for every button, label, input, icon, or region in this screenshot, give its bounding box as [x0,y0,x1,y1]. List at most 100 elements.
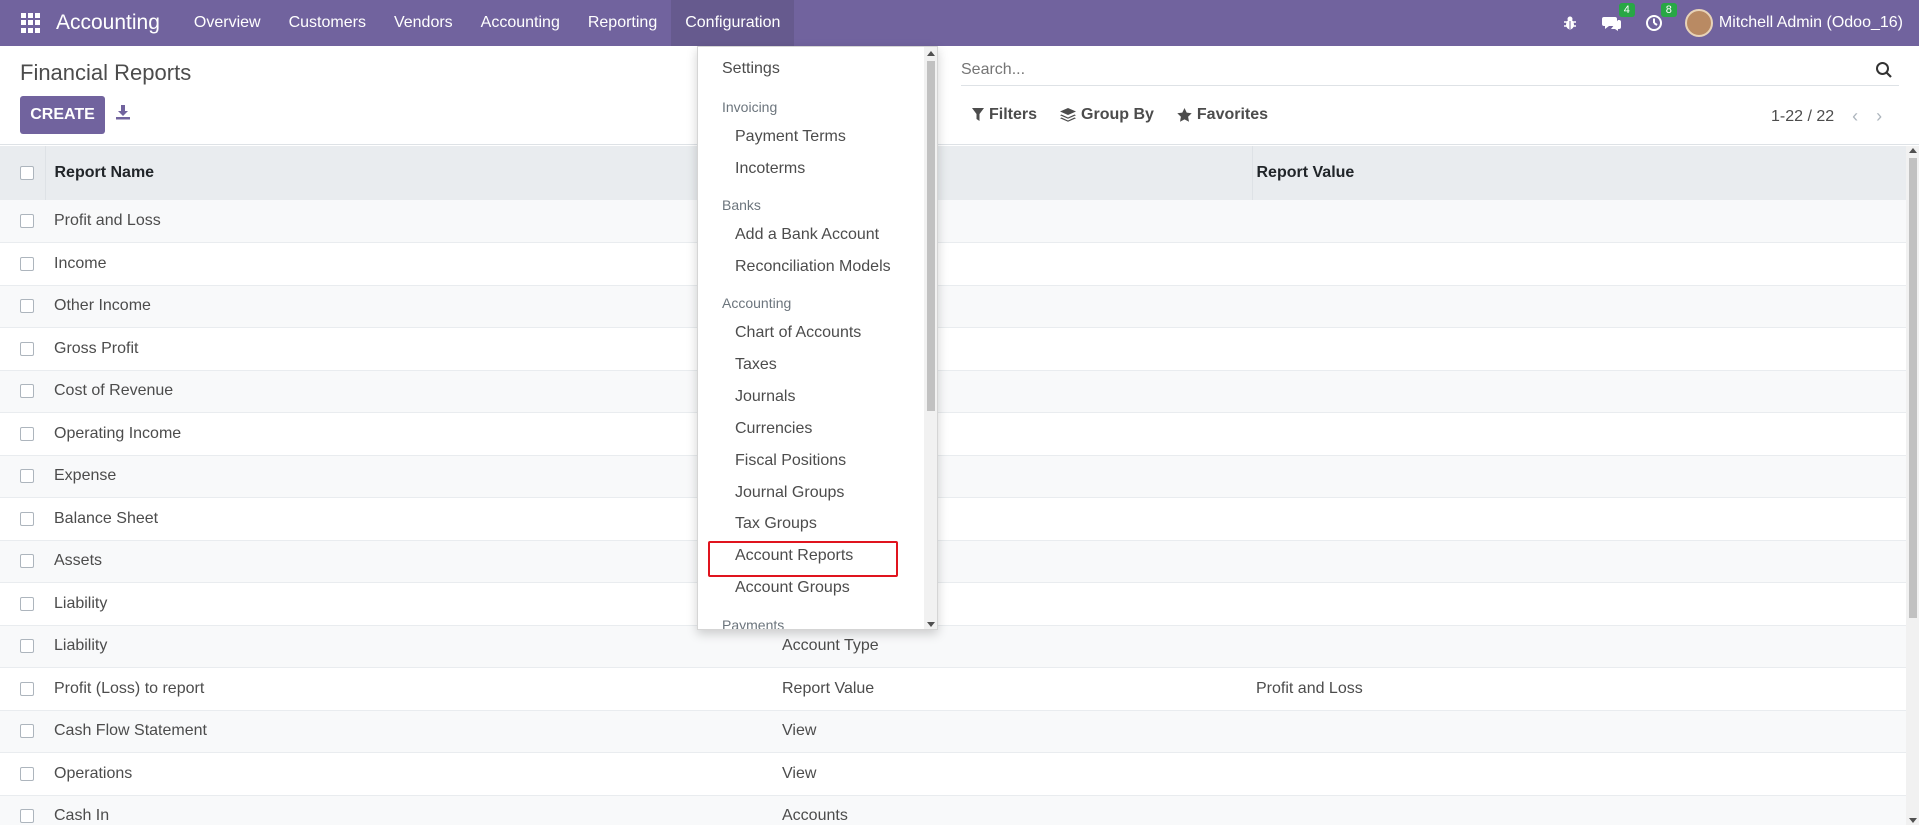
row-checkbox[interactable] [20,426,34,441]
dropdown-scrollbar[interactable] [924,47,937,629]
pager-value[interactable]: 1-22 / 22 [1771,108,1834,126]
row-checkbox[interactable] [20,681,34,696]
menu-item-account-groups[interactable]: Account Groups [735,579,850,597]
cell-report-value[interactable]: Profit and Loss [1252,668,1906,711]
menu-item-incoterms[interactable]: Incoterms [735,160,805,178]
cell-report-value[interactable] [1252,455,1906,498]
menu-accounting[interactable]: Accounting [467,0,574,46]
column-header-report-name[interactable]: Report Name [45,146,783,200]
table-row[interactable]: Expense [0,455,1906,498]
menu-overview[interactable]: Overview [180,0,275,46]
scroll-up-arrow-icon[interactable] [1909,148,1917,153]
cell-type[interactable]: Account Type [782,625,1252,668]
menu-item-chart-of-accounts[interactable]: Chart of Accounts [735,324,861,342]
cell-report-name[interactable]: Income [45,243,782,286]
cell-report-name[interactable]: Profit (Loss) to report [45,668,782,711]
scroll-down-arrow-icon[interactable] [1909,818,1917,823]
cell-report-value[interactable] [1252,753,1906,796]
cell-type[interactable]: View [782,753,1252,796]
cell-report-value[interactable] [1252,540,1906,583]
row-checkbox[interactable] [20,299,34,314]
cell-report-name[interactable]: Operating Income [45,413,782,456]
cell-report-value[interactable] [1252,710,1906,753]
table-row[interactable]: Assets [0,540,1906,583]
row-checkbox[interactable] [20,384,34,399]
filters-toggle[interactable]: Filters [972,106,1037,124]
user-menu[interactable]: Mitchell Admin (Odoo_16) [1719,14,1903,32]
menu-customers[interactable]: Customers [275,0,380,46]
table-row[interactable]: Operating Income [0,413,1906,456]
row-checkbox[interactable] [20,639,34,654]
page-scrollbar[interactable] [1906,146,1919,825]
cell-report-name[interactable]: Operations [45,753,782,796]
dropdown-scroll-down-icon[interactable] [927,622,935,627]
cell-type[interactable]: Accounts [782,795,1252,825]
app-brand[interactable]: Accounting [56,11,160,35]
cell-report-value[interactable] [1252,498,1906,541]
table-row[interactable]: Gross Profit [0,328,1906,371]
menu-configuration[interactable]: Configuration [671,0,795,46]
menu-item-payment-terms[interactable]: Payment Terms [735,128,846,146]
column-header-report-value[interactable]: Report Value [1252,146,1906,200]
row-checkbox[interactable] [20,724,34,739]
cell-report-name[interactable]: Other Income [45,285,782,328]
menu-item-journals[interactable]: Journals [735,388,795,406]
row-checkbox[interactable] [20,554,34,569]
cell-report-value[interactable] [1252,583,1906,626]
table-row[interactable]: Cost of Revenue [0,370,1906,413]
menu-item-currencies[interactable]: Currencies [735,420,812,438]
cell-type[interactable]: View [782,710,1252,753]
cell-report-value[interactable] [1252,413,1906,456]
create-button[interactable]: CREATE [20,96,105,134]
menu-reporting[interactable]: Reporting [574,0,671,46]
select-all-checkbox[interactable] [20,165,34,180]
table-row[interactable]: Liability [0,583,1906,626]
dropdown-scroll-up-icon[interactable] [927,51,935,56]
row-checkbox[interactable] [20,469,34,484]
debug-bug-icon[interactable] [1559,12,1581,34]
cell-report-name[interactable]: Expense [45,455,782,498]
row-checkbox[interactable] [20,596,34,611]
dropdown-scrollbar-thumb[interactable] [927,61,935,411]
scrollbar-thumb[interactable] [1909,158,1917,618]
table-row[interactable]: Liability Account Type [0,625,1906,668]
menu-vendors[interactable]: Vendors [380,0,467,46]
cell-report-name[interactable]: Gross Profit [45,328,782,371]
favorites-toggle[interactable]: Favorites [1177,106,1268,124]
cell-report-value[interactable] [1252,625,1906,668]
cell-report-name[interactable]: Liability [45,625,782,668]
row-checkbox[interactable] [20,766,34,781]
cell-report-name[interactable]: Assets [45,540,782,583]
menu-item-account-reports[interactable]: Account Reports [735,547,853,565]
table-row[interactable]: Cash Flow Statement View [0,710,1906,753]
cell-report-value[interactable] [1252,795,1906,825]
table-row[interactable]: Balance Sheet [0,498,1906,541]
pager-previous-icon[interactable]: ‹ [1852,106,1858,127]
cell-report-value[interactable] [1252,200,1906,243]
apps-menu-icon[interactable] [21,13,41,33]
table-row[interactable]: Income [0,243,1906,286]
menu-item-taxes[interactable]: Taxes [735,356,777,374]
table-row[interactable]: Other Income [0,285,1906,328]
pager-next-icon[interactable]: › [1876,106,1882,127]
menu-item-journal-groups[interactable]: Journal Groups [735,484,844,502]
cell-report-name[interactable]: Profit and Loss [45,200,782,243]
cell-report-value[interactable] [1252,285,1906,328]
messages-chat-icon[interactable]: 4 [1601,3,1635,34]
cell-type[interactable]: Report Value [782,668,1252,711]
menu-item-tax-groups[interactable]: Tax Groups [735,515,817,533]
cell-report-value[interactable] [1252,243,1906,286]
cell-report-name[interactable]: Cash Flow Statement [45,710,782,753]
row-checkbox[interactable] [20,809,34,824]
row-checkbox[interactable] [20,511,34,526]
cell-report-value[interactable] [1252,328,1906,371]
menu-item-settings[interactable]: Settings [722,60,780,78]
table-row[interactable]: Cash In Accounts [0,795,1906,825]
search-icon[interactable] [1875,61,1895,81]
cell-report-name[interactable]: Liability [45,583,782,626]
row-checkbox[interactable] [20,341,34,356]
cell-report-name[interactable]: Cost of Revenue [45,370,782,413]
cell-report-value[interactable] [1252,370,1906,413]
search-input[interactable] [961,56,1841,84]
table-row[interactable]: Profit and Loss [0,200,1906,243]
